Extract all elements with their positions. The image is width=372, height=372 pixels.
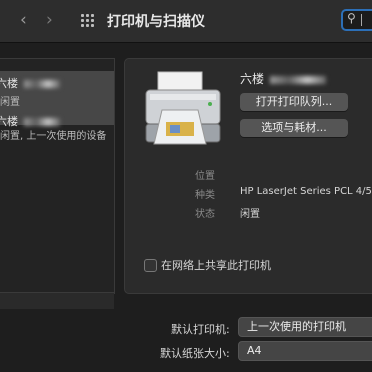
status-value: 闲置: [240, 209, 260, 220]
search-icon: ⚲: [347, 11, 356, 25]
open-print-queue-button[interactable]: 打开打印队列...: [240, 93, 348, 111]
default-printer-label: 默认打印机:: [171, 323, 230, 336]
window-title: 打印机与扫描仪: [107, 14, 205, 30]
search-input[interactable]: ⚲: [341, 9, 372, 31]
location-label: 位置: [195, 171, 215, 182]
options-supplies-button[interactable]: 选项与耗材...: [240, 119, 348, 137]
share-printer-checkbox[interactable]: [144, 259, 157, 272]
list-footer: [0, 292, 114, 309]
share-printer-label[interactable]: 在网络上共享此打印机: [161, 257, 271, 273]
paper-size-select[interactable]: A4: [238, 341, 372, 361]
kind-value: HP LaserJet Series PCL 4/5: [240, 186, 372, 197]
printer-icon: [145, 71, 221, 145]
text-caret: [361, 14, 362, 26]
printer-name: 六楼: [240, 70, 327, 87]
back-button[interactable]: ‹: [20, 10, 27, 30]
toolbar: ‹ › 打印机与扫描仪 ⚲: [0, 0, 372, 43]
status-label: 状态: [195, 209, 215, 220]
show-all-grid-icon[interactable]: [81, 14, 95, 28]
printer-list: 六楼 闲置 六楼 闲置, 上一次使用的设备: [0, 58, 115, 294]
default-printer-select[interactable]: 上一次使用的打印机: [238, 317, 372, 337]
printer-list-item-name: 六楼: [0, 75, 60, 91]
printer-list-item-status: 闲置: [0, 97, 20, 108]
paper-size-label: 默认纸张大小:: [160, 347, 230, 360]
printer-list-item-status: 闲置, 上一次使用的设备: [0, 131, 107, 142]
kind-label: 种类: [195, 190, 215, 201]
forward-button[interactable]: ›: [46, 10, 53, 30]
